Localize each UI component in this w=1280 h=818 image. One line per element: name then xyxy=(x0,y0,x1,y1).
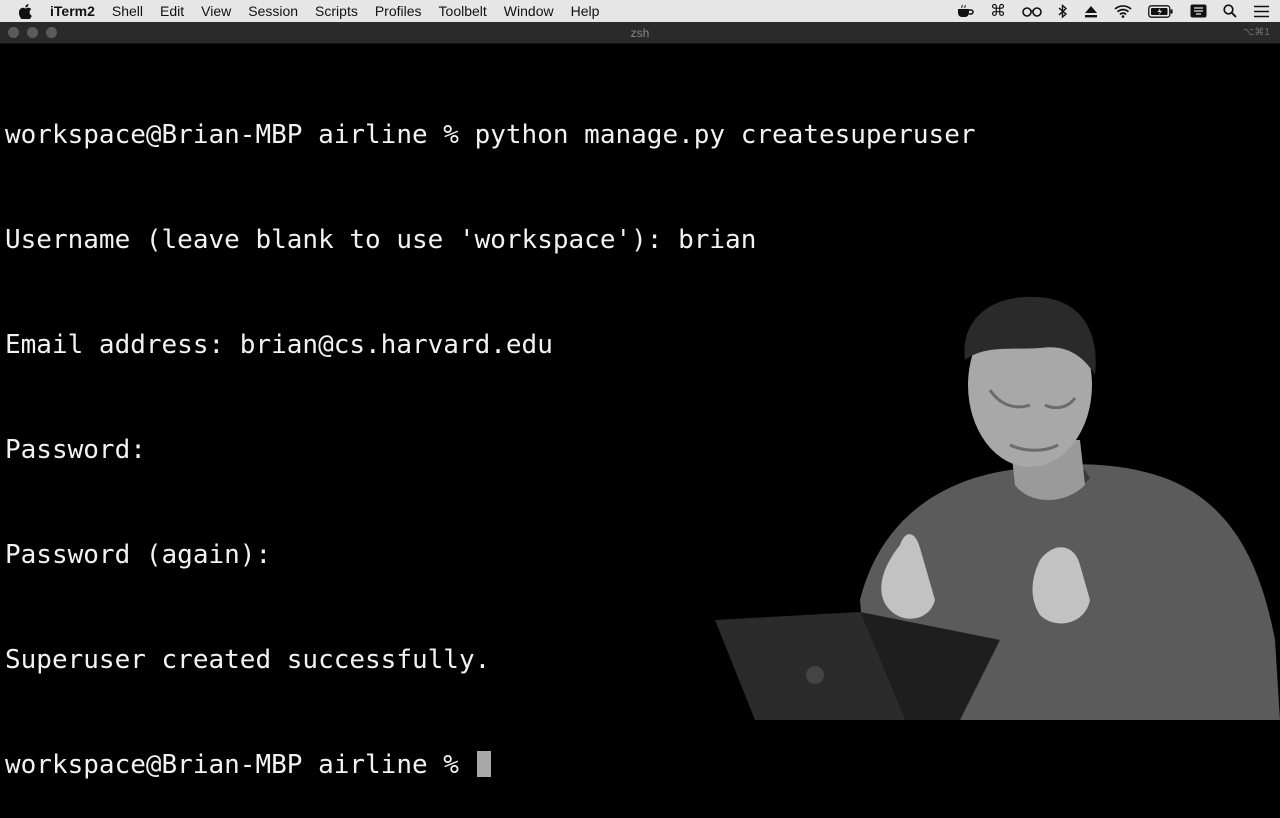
battery-icon[interactable] xyxy=(1148,0,1174,22)
search-icon[interactable] xyxy=(1223,0,1237,22)
menu-session[interactable]: Session xyxy=(248,3,298,19)
window-shortcut: ⌥⌘1 xyxy=(1242,27,1270,38)
window-title-bar: zsh ⌥⌘1 xyxy=(0,22,1280,44)
terminal-line: Email address: brian@cs.harvard.edu xyxy=(5,330,553,360)
glasses-icon[interactable] xyxy=(1022,0,1042,22)
menu-help[interactable]: Help xyxy=(571,3,600,19)
menu-scripts[interactable]: Scripts xyxy=(315,3,358,19)
wifi-icon[interactable] xyxy=(1114,0,1132,22)
eject-icon[interactable] xyxy=(1084,0,1098,22)
status-area: ⌘ xyxy=(940,0,1270,22)
tea-icon[interactable] xyxy=(956,0,974,22)
terminal-line: Password: xyxy=(5,435,146,465)
menu-view[interactable]: View xyxy=(201,3,231,19)
keyboard-input-icon[interactable] xyxy=(1190,0,1207,22)
menu-app-iterm2[interactable]: iTerm2 xyxy=(50,3,95,19)
menu-edit[interactable]: Edit xyxy=(160,3,184,19)
menu-bar: iTerm2 Shell Edit View Session Scripts P… xyxy=(0,0,1280,22)
menu-toolbelt[interactable]: Toolbelt xyxy=(439,3,487,19)
terminal-prompt-line[interactable]: workspace@Brian-MBP airline % xyxy=(5,748,1280,783)
terminal-line: Username (leave blank to use 'workspace'… xyxy=(5,225,757,255)
terminal-line: Superuser created successfully. xyxy=(5,645,491,675)
terminal-prompt: workspace@Brian-MBP airline % xyxy=(5,750,475,780)
menu-shell[interactable]: Shell xyxy=(112,3,143,19)
menu-profiles[interactable]: Profiles xyxy=(375,3,422,19)
terminal-cursor xyxy=(476,751,491,777)
command-icon[interactable]: ⌘ xyxy=(990,0,1006,22)
terminal-line: Password (again): xyxy=(5,540,272,570)
apple-icon[interactable] xyxy=(18,3,32,19)
window-title: zsh xyxy=(630,25,650,40)
menu-list-icon[interactable] xyxy=(1253,0,1270,22)
terminal-line: workspace@Brian-MBP airline % python man… xyxy=(5,120,976,150)
bluetooth-icon[interactable] xyxy=(1058,0,1068,22)
terminal-output[interactable]: workspace@Brian-MBP airline % python man… xyxy=(5,48,1280,818)
menu-window[interactable]: Window xyxy=(504,3,554,19)
